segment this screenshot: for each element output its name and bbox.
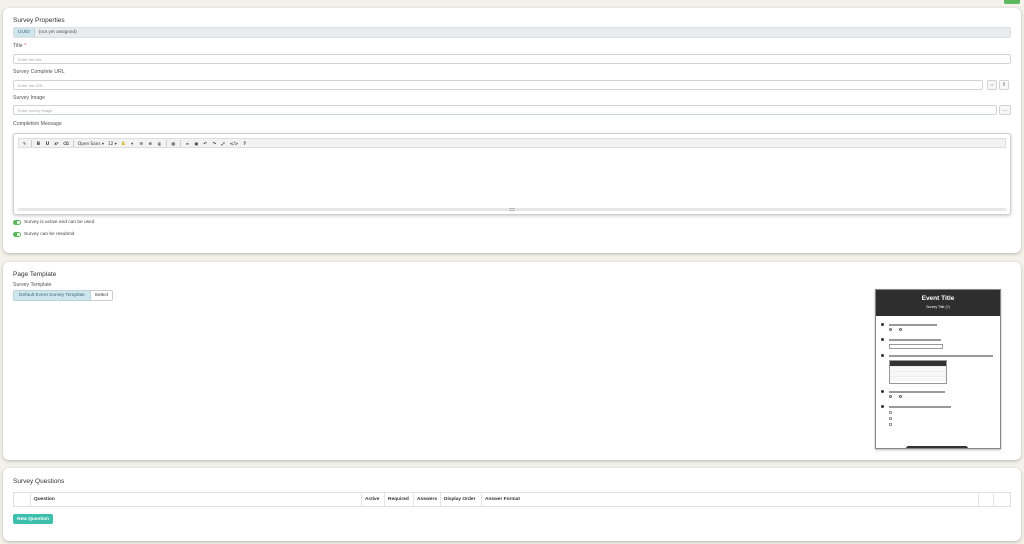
column-header-select <box>14 493 31 506</box>
preview-text-input <box>889 344 943 349</box>
preview-bullet <box>881 323 884 326</box>
highlight-color-icon[interactable]: A <box>121 140 126 147</box>
link-icon[interactable]: ⇔ <box>987 80 997 90</box>
paragraph-align-icon[interactable]: ≣ <box>157 140 162 147</box>
survey-questions-card: Survey Questions Question Active Require… <box>3 468 1021 541</box>
magic-wand-icon[interactable]: ✎ <box>22 140 27 147</box>
survey-properties-title: Survey Properties <box>13 17 65 24</box>
column-header-display-order[interactable]: Display Order <box>441 493 482 506</box>
resubmit-toggle-label: Survey can be resubmit <box>24 232 75 237</box>
preview-checkbox <box>889 411 892 414</box>
preview-text-line <box>889 406 951 408</box>
page-template-card: Page Template Survey Template Default Ev… <box>3 262 1021 460</box>
undo-icon[interactable]: ↶ <box>203 140 208 147</box>
help-icon[interactable]: ? <box>242 140 247 147</box>
underline-icon[interactable]: U <box>45 140 50 147</box>
column-header-active[interactable]: Active <box>362 493 385 506</box>
preview-event-title: Event Title <box>921 295 955 302</box>
preview-list-item <box>890 376 946 381</box>
preview-radio <box>899 328 902 331</box>
template-preview: Event Title Survey Title (?) <box>875 289 1001 449</box>
preview-bullet <box>881 390 884 393</box>
column-header-answers[interactable]: Answers <box>414 493 441 506</box>
image-label: Survey Image <box>13 95 46 101</box>
code-view-icon[interactable]: </> <box>230 140 239 147</box>
editor-toolbar: ✎ B U x² ⌫ Open Sans ▾ 12 ▾ A ▾ ☰ ≡ ≣ ▦ … <box>18 138 1006 148</box>
ordered-list-icon[interactable]: ≡ <box>148 140 153 147</box>
required-mark: * <box>24 43 27 49</box>
questions-table-header: Question Active Required Answers Display… <box>13 492 1011 507</box>
image-icon[interactable]: ▣ <box>194 140 199 147</box>
font-family-select[interactable]: Open Sans ▾ <box>78 140 104 147</box>
column-header-answer-format[interactable]: Answer Format <box>482 493 979 506</box>
active-toggle-label: Survey is active and can be used <box>24 220 95 225</box>
preview-radio <box>899 395 902 398</box>
save-button[interactable] <box>1004 0 1020 4</box>
preview-text-line <box>889 391 945 393</box>
eraser-icon[interactable]: ⌫ <box>63 140 69 147</box>
link-icon[interactable]: ∞ <box>185 140 190 147</box>
preview-text-line <box>889 355 993 357</box>
toolbar-divider <box>179 139 181 147</box>
toggle-active-row: Survey is active and can be used <box>13 220 94 225</box>
preview-listbox <box>889 360 947 384</box>
preview-bullet <box>881 405 884 408</box>
column-header-question[interactable]: Question <box>31 493 362 506</box>
column-header-action <box>994 493 1010 506</box>
preview-text-line <box>889 339 941 341</box>
fullscreen-icon[interactable]: ⤢ <box>221 140 226 147</box>
template-picker: Default Event Survey Template Select <box>13 290 114 301</box>
color-dropdown-icon[interactable]: ▾ <box>130 140 135 147</box>
survey-properties-card: Survey Properties UUID (not yet assigned… <box>3 8 1021 253</box>
font-size-select[interactable]: 12 ▾ <box>108 140 117 147</box>
column-header-action <box>979 493 994 506</box>
title-label: Title * <box>13 43 27 49</box>
preview-survey-title: Survey Title (?) <box>926 305 950 309</box>
select-template-button[interactable]: Select <box>90 290 114 301</box>
completion-message-editor[interactable]: ✎ B U x² ⌫ Open Sans ▾ 12 ▾ A ▾ ☰ ≡ ≣ ▦ … <box>13 133 1011 215</box>
unordered-list-icon[interactable]: ☰ <box>139 140 144 147</box>
preview-bullet <box>881 354 884 357</box>
completion-label: Completion Message <box>13 121 62 127</box>
redo-icon[interactable]: ↷ <box>212 140 217 147</box>
upload-icon[interactable]: ⇧ <box>999 80 1009 90</box>
browse-button[interactable]: ... <box>999 105 1011 115</box>
preview-checkbox <box>889 423 892 426</box>
preview-checkbox <box>889 417 892 420</box>
resize-grip-icon[interactable] <box>509 208 515 211</box>
survey-template-label: Survey Template <box>13 282 52 288</box>
bold-icon[interactable]: B <box>36 140 41 147</box>
preview-header: Event Title Survey Title (?) <box>876 290 1000 316</box>
table-icon[interactable]: ▦ <box>171 140 176 147</box>
url-label: Survey Complete URL <box>13 69 65 75</box>
uuid-field: UUID (not yet assigned) <box>13 27 1011 38</box>
page-template-title: Page Template <box>13 271 57 278</box>
new-question-button[interactable]: New Question <box>13 514 53 524</box>
active-toggle[interactable] <box>13 220 21 225</box>
toolbar-divider <box>31 139 32 147</box>
preview-radio <box>889 328 892 331</box>
editor-resize-bar[interactable] <box>18 208 1006 211</box>
image-input[interactable]: Enter survey image <box>13 105 997 115</box>
preview-bullet <box>881 338 884 341</box>
superscript-icon[interactable]: x² <box>54 140 59 147</box>
toolbar-divider <box>165 139 167 147</box>
url-input[interactable]: Enter the URL <box>13 80 983 90</box>
preview-text-line <box>889 324 937 326</box>
toolbar-divider <box>72 139 74 147</box>
survey-questions-title: Survey Questions <box>13 478 65 485</box>
uuid-label: UUID <box>14 28 35 37</box>
selected-template: Default Event Survey Template <box>13 290 91 301</box>
preview-radio <box>889 395 892 398</box>
uuid-value: (not yet assigned) <box>38 30 77 35</box>
toggle-resubmit-row: Survey can be resubmit <box>13 232 74 237</box>
preview-submit-button <box>906 446 968 448</box>
resubmit-toggle[interactable] <box>13 232 21 237</box>
title-input[interactable]: Enter the title <box>13 54 1011 64</box>
column-header-required[interactable]: Required <box>385 493 414 506</box>
